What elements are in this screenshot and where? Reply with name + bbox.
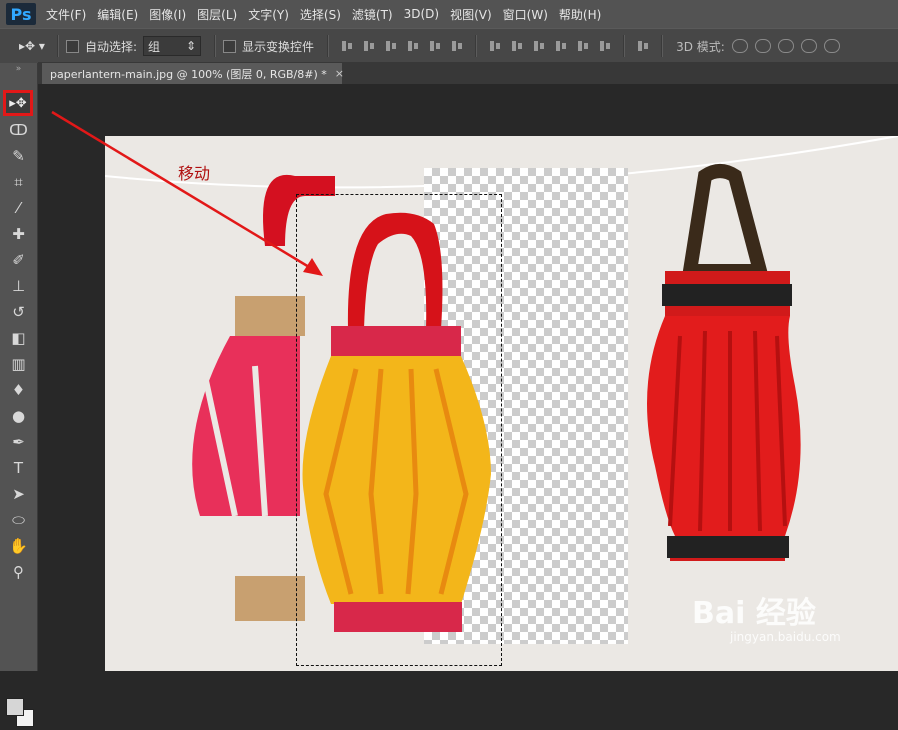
foreground-color-swatch[interactable] — [6, 698, 24, 716]
annotation-arrow — [51, 110, 323, 276]
color-swatches[interactable] — [4, 696, 34, 730]
